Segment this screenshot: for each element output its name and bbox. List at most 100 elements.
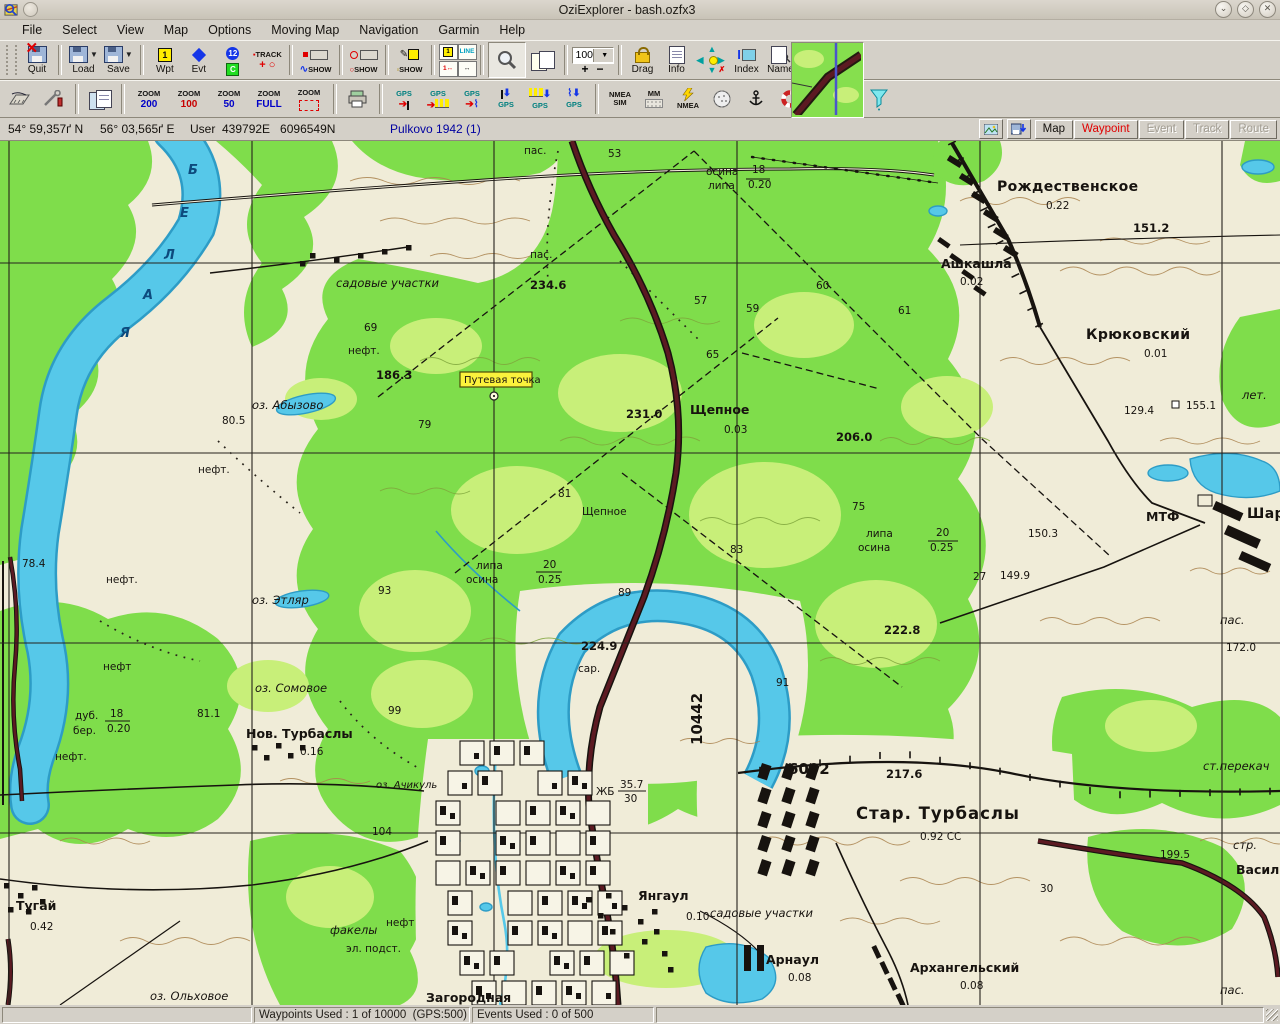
separator [289, 45, 293, 75]
map-label: 231.0 [626, 407, 662, 421]
map-label: пас. [1220, 983, 1245, 997]
map-label: А [142, 288, 153, 303]
image-button[interactable] [979, 119, 1003, 139]
map-label: 83 [730, 544, 743, 556]
maximize-button[interactable]: ◇ [1237, 1, 1254, 18]
menu-garmin[interactable]: Garmin [428, 22, 489, 38]
gps-send-track-button[interactable]: GPS ➔⌇ [455, 81, 489, 117]
position-button[interactable] [705, 81, 739, 117]
waypoint-range-button[interactable]: 1↔ [439, 61, 458, 77]
separator [339, 45, 343, 75]
map-canvas[interactable]: пас.53осина18липа0.20Рождественское0.221… [0, 141, 1280, 1005]
zoom-out-button[interactable]: − [597, 64, 604, 74]
ruler-button[interactable]: ↔ [458, 61, 477, 77]
app-icon [4, 2, 19, 17]
gps-get-events-button[interactable]: ⬇ GPS [523, 81, 557, 117]
map-label: 104 [372, 826, 392, 838]
zoom-full-button[interactable]: ZOOMFULL [249, 81, 289, 117]
separator [140, 45, 144, 75]
save-icon: ▼ [104, 46, 133, 64]
mode-tabs: MapWaypointEventTrackRoute [1035, 120, 1277, 139]
nmea-button[interactable]: NMEA [671, 81, 705, 117]
line-tool-button[interactable]: LINE [458, 44, 477, 60]
map-label: 0.02 [960, 276, 983, 288]
menu-options[interactable]: Options [198, 22, 261, 38]
load-button[interactable]: ▼ Load [66, 42, 101, 78]
zoom-100-button[interactable]: ZOOM100 [169, 81, 209, 117]
topographic-map[interactable]: пас.53осина18липа0.20Рождественское0.221… [0, 141, 1280, 1005]
resize-grip[interactable] [1266, 1009, 1278, 1021]
map-label: нефт [103, 661, 131, 673]
menu-navigation[interactable]: Navigation [349, 22, 428, 38]
gps-get-waypoints-button[interactable]: ⬇ GPS [489, 81, 523, 117]
title-bar[interactable]: OziExplorer - bash.ozfx3 ⌄ ◇ ✕ [0, 0, 1280, 20]
zoom-level-select[interactable]: 100 ▼ [572, 47, 614, 64]
gps-send-events-button[interactable]: GPS ➔ [421, 81, 455, 117]
gps-send-waypoints-button[interactable]: GPS ➔ [387, 81, 421, 117]
map-label: 57 [694, 295, 707, 307]
anchor-button[interactable] [739, 81, 773, 117]
moving-map-button[interactable]: MM [637, 81, 671, 117]
close-button[interactable]: ✕ [1259, 1, 1276, 18]
map-label: 53 [608, 148, 621, 160]
show-track-button[interactable]: ∿SHOW [297, 42, 335, 78]
funnel-icon [868, 88, 890, 112]
ruler-icon [8, 91, 32, 107]
tab-map[interactable]: Map [1035, 120, 1073, 139]
show-waypoint-button[interactable]: ✎ ▫SHOW [393, 42, 427, 78]
nmea-simulator-button[interactable]: NMEA SIM [603, 81, 637, 117]
menu-moving-map[interactable]: Moving Map [261, 22, 349, 38]
waypoint-list-button[interactable]: 1 [439, 44, 458, 60]
menu-map[interactable]: Map [154, 22, 198, 38]
pan-arrows-icon: ▲ ◀ ▶ ▼ ✗ [697, 45, 727, 75]
zoom-in-button[interactable]: + [581, 64, 588, 74]
map-label: Нов. Турбаслы [246, 726, 353, 741]
map-label: пас. [524, 145, 546, 157]
map-label: 30 [624, 793, 637, 805]
map-label: 151.2 [1133, 221, 1169, 235]
zoom-50-button[interactable]: ZOOM50 [209, 81, 249, 117]
track-button[interactable]: ▪TRACK + ○ [250, 42, 285, 78]
filter-button[interactable] [868, 88, 890, 112]
map-label: садовые участки [336, 276, 440, 290]
menu-help[interactable]: Help [489, 22, 535, 38]
show-event-button[interactable]: ○SHOW [347, 42, 381, 78]
info-button[interactable]: Info [660, 42, 694, 78]
distance-tool-button[interactable] [3, 81, 37, 117]
index-button[interactable]: I Index [730, 42, 764, 78]
save-button[interactable]: ▼ Save [101, 42, 136, 78]
drag-button[interactable]: Drag [626, 42, 660, 78]
event-icon [194, 46, 204, 64]
menu-view[interactable]: View [107, 22, 154, 38]
map-comment-button[interactable]: 12 C [216, 42, 250, 78]
menu-select[interactable]: Select [52, 22, 107, 38]
minimize-button[interactable]: ⌄ [1215, 1, 1232, 18]
window-menu-button[interactable] [23, 2, 38, 17]
separator [58, 45, 62, 75]
window-title: OziExplorer - bash.ozfx3 [44, 3, 1210, 17]
zoom-dropdown-icon[interactable]: ▼ [593, 49, 612, 62]
pan-control[interactable]: ▲ ◀ ▶ ▼ ✗ [694, 42, 730, 78]
track-add-icon: + ○ [259, 60, 275, 71]
menu-file[interactable]: File [12, 22, 52, 38]
zoom-window-button[interactable]: ZOOM [289, 81, 329, 117]
zoom-200-button[interactable]: ZOOM200 [129, 81, 169, 117]
quit-button[interactable]: ✕ Quit [20, 42, 54, 78]
pages-button[interactable] [526, 42, 560, 78]
printer-icon [347, 90, 369, 108]
map-tools-button[interactable] [37, 81, 71, 117]
tab-waypoint[interactable]: Waypoint [1074, 120, 1138, 139]
magnified-map-preview[interactable] [791, 42, 864, 118]
map-label: садовые участки [710, 906, 814, 920]
info-page-icon [669, 46, 685, 64]
toolbar-grip[interactable] [6, 45, 17, 75]
magnifier-button[interactable] [488, 42, 526, 78]
gps-get-track-button[interactable]: ⌇⬇ GPS [557, 81, 591, 117]
map-label: 61 [898, 305, 911, 317]
print-button[interactable] [341, 81, 375, 117]
event-button[interactable]: Evt [182, 42, 216, 78]
copy-image-button[interactable] [83, 81, 117, 117]
map-label: 65 [706, 349, 719, 361]
waypoint-button[interactable]: 1 Wpt [148, 42, 182, 78]
save-image-button[interactable] [1007, 119, 1031, 139]
